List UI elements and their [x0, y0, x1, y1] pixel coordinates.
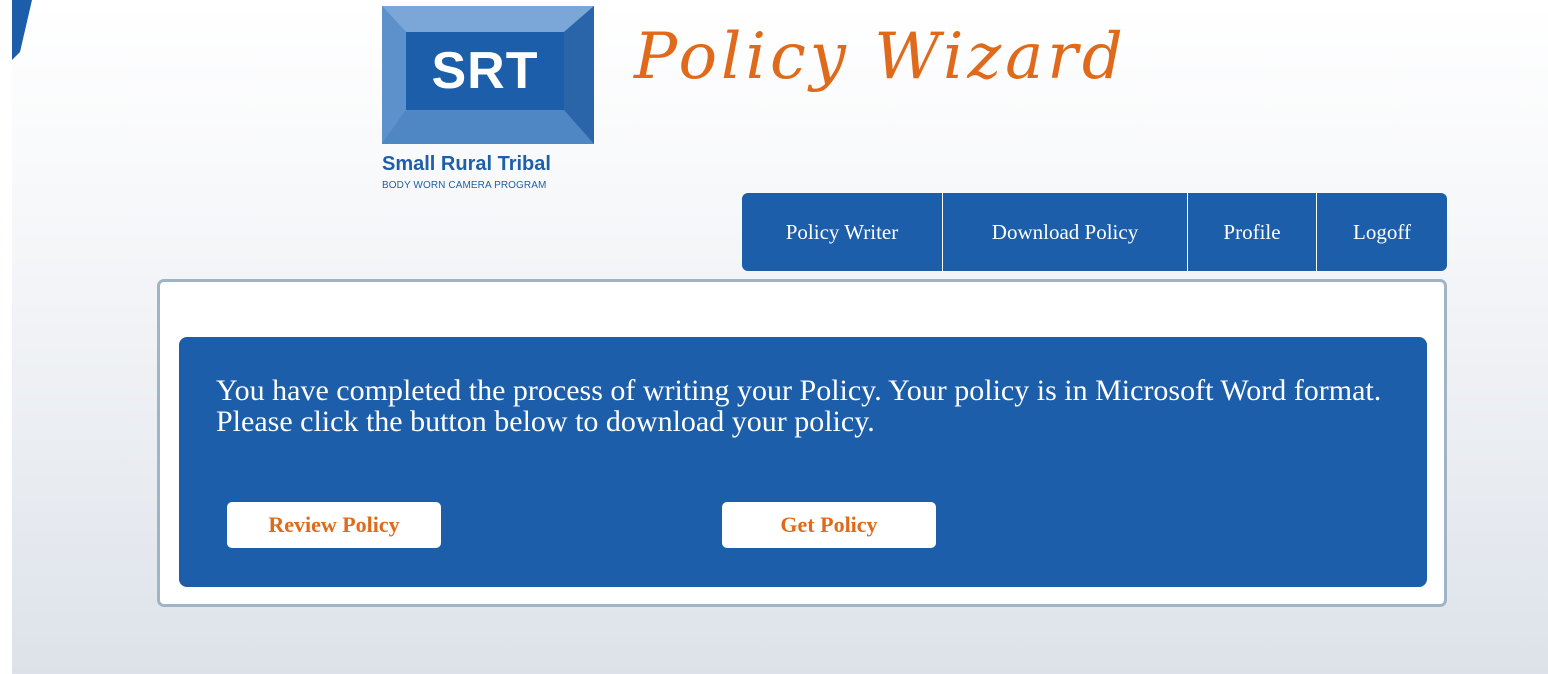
nav-profile[interactable]: Profile — [1187, 193, 1316, 271]
page-background: SRT Small Rural Tribal BODY WORN CAMERA … — [12, 0, 1548, 674]
srt-logo: SRT Small Rural Tribal BODY WORN CAMERA … — [382, 6, 622, 202]
app-title: Policy Wizard — [634, 20, 1127, 94]
nav-policy-writer[interactable]: Policy Writer — [742, 193, 942, 271]
corner-swoosh-decoration — [12, 0, 32, 60]
logo-tagline: BODY WORN CAMERA PROGRAM — [382, 180, 547, 191]
completion-message: You have completed the process of writin… — [216, 374, 1382, 438]
main-nav: Policy Writer Download Policy Profile Lo… — [742, 193, 1447, 271]
logo-program-name: Small Rural Tribal — [382, 153, 551, 175]
get-policy-button[interactable]: Get Policy — [722, 502, 936, 548]
nav-logoff[interactable]: Logoff — [1316, 193, 1447, 271]
nav-download-policy[interactable]: Download Policy — [942, 193, 1187, 271]
completion-card: You have completed the process of writin… — [179, 337, 1427, 587]
content-panel: You have completed the process of writin… — [157, 279, 1447, 607]
review-policy-button[interactable]: Review Policy — [227, 502, 441, 548]
logo-abbreviation: SRT — [431, 42, 539, 100]
